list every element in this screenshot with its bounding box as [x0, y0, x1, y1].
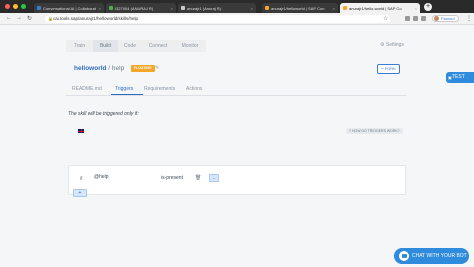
extension-icon[interactable] — [413, 16, 418, 21]
tab-title: anurajr1 (Anuraj R) — [187, 5, 222, 11]
profile-button[interactable]: Paused — [432, 15, 459, 22]
browser-tab[interactable]: anurajr1/helloworld | SAP Con × — [262, 3, 338, 13]
skill-subtabs: README.md Triggers Requirements Actions — [66, 84, 406, 96]
browser-tab-strip: Conversational AI | Collaborat × I327904… — [0, 0, 474, 13]
chat-bubble-icon: ▣ — [448, 75, 452, 80]
avatar — [434, 16, 439, 21]
extension-icon[interactable] — [405, 16, 410, 21]
settings-link[interactable]: ⚙ Settings — [380, 42, 404, 48]
browser-tab[interactable]: I327904 (ANURAJ R) × — [106, 3, 176, 13]
tab-code[interactable]: Code — [118, 40, 142, 52]
tab-title: anurajr1/hello-world | SAP Co — [349, 5, 402, 11]
condition-operator[interactable]: is-present — [161, 175, 183, 181]
tab-close-icon[interactable]: × — [169, 6, 173, 11]
browser-menu-icon[interactable]: ⋮ — [466, 15, 472, 22]
edit-pencil-icon[interactable]: ✎ — [155, 65, 159, 71]
triggers-help-label: HOW DO TRIGGERS WORK? — [351, 129, 400, 133]
browser-tab[interactable]: anurajr1 (Anuraj R) × — [178, 3, 256, 13]
tab-favicon-icon — [37, 6, 41, 10]
maximize-window-button[interactable] — [21, 4, 26, 9]
page-content: Train Build Code Connect Monitor ⚙ Setti… — [0, 25, 474, 267]
settings-label: Settings — [385, 42, 404, 48]
bookmark-star-icon[interactable]: ☆ — [383, 15, 388, 22]
subtab-readme[interactable]: README.md — [72, 86, 102, 92]
tab-close-icon[interactable]: × — [413, 6, 417, 11]
subtab-requirements[interactable]: Requirements — [144, 86, 175, 92]
tab-favicon-icon — [265, 6, 269, 10]
back-icon[interactable]: ← — [6, 15, 12, 21]
chat-icon — [399, 251, 409, 261]
minimize-window-button[interactable] — [13, 4, 18, 9]
add-condition-button[interactable]: + — [73, 189, 87, 197]
fork-button[interactable]: ⑂ FORK — [377, 64, 400, 74]
tab-close-icon[interactable]: × — [331, 6, 335, 11]
subtab-actions[interactable]: Actions — [186, 86, 202, 92]
browser-tab[interactable]: Conversational AI | Collaborat × — [34, 3, 104, 13]
tab-close-icon[interactable]: × — [97, 6, 101, 11]
browser-tab-active[interactable]: anurajr1/hello-world | SAP Co × — [340, 3, 420, 13]
skill-name: help — [111, 65, 125, 72]
language-flag-icon[interactable] — [78, 129, 84, 133]
url-field[interactable]: 🔒 cai.tools.sap/anurajr1/helloworld/skil… — [45, 15, 390, 23]
tab-title: anurajr1/helloworld | SAP Con — [271, 5, 325, 11]
url-text: cai.tools.sap/anurajr1/helloworld/skills… — [53, 16, 139, 21]
question-icon: ? — [349, 129, 351, 133]
subtab-triggers[interactable]: Triggers — [115, 86, 133, 92]
tab-favicon-icon — [109, 6, 113, 10]
forward-icon[interactable]: → — [16, 15, 22, 21]
lock-icon: 🔒 — [48, 16, 53, 21]
chat-label: CHAT WITH YOUR BOT — [412, 253, 467, 259]
active-subtab-underline — [111, 94, 143, 95]
tab-close-icon[interactable]: × — [249, 6, 253, 11]
close-window-button[interactable] — [5, 4, 10, 9]
tab-connect[interactable]: Connect — [142, 40, 174, 52]
condition-join-select[interactable]: ⌄ — [209, 174, 219, 182]
condition-field[interactable]: @help — [94, 174, 109, 180]
window-controls — [5, 4, 26, 9]
extension-icon[interactable] — [421, 16, 426, 21]
tab-train[interactable]: Train — [66, 40, 93, 52]
tab-monitor[interactable]: Monitor — [174, 40, 206, 52]
new-tab-button[interactable]: + — [424, 3, 432, 11]
trash-icon[interactable]: 🗑 — [195, 175, 201, 181]
tab-title: Conversational AI | Collaborat — [43, 5, 96, 11]
tab-build[interactable]: Build — [93, 40, 118, 52]
bot-name-link[interactable]: helloworld — [74, 65, 107, 72]
tab-favicon-icon — [343, 6, 347, 10]
tab-title: I327904 (ANURAJ R) — [115, 5, 154, 11]
chat-with-bot-button[interactable]: CHAT WITH YOUR BOT — [394, 248, 469, 264]
extensions — [405, 16, 426, 21]
breadcrumb: helloworld / help — [74, 65, 124, 72]
triggers-help-link[interactable]: ? HOW DO TRIGGERS WORK? — [346, 128, 403, 134]
github-icon — [181, 6, 185, 10]
test-button[interactable]: ▣ TEST — [446, 72, 474, 83]
trigger-description: The skill will be triggered only if: — [68, 111, 139, 117]
address-bar-row: ← → ↻ 🔒 cai.tools.sap/anurajr1/helloworl… — [0, 13, 474, 25]
reload-icon[interactable]: ↻ — [27, 15, 32, 22]
trigger-condition-card: if @help is-present 🗑 ⌄ — [68, 165, 406, 195]
main-nav: Train Build Code Connect Monitor — [66, 40, 406, 52]
skill-type-badge[interactable]: FLOATING — [131, 65, 155, 72]
test-label: TEST — [452, 74, 465, 80]
profile-label: Paused — [441, 16, 455, 21]
gear-icon: ⚙ — [380, 42, 385, 48]
condition-keyword: if — [80, 176, 83, 182]
